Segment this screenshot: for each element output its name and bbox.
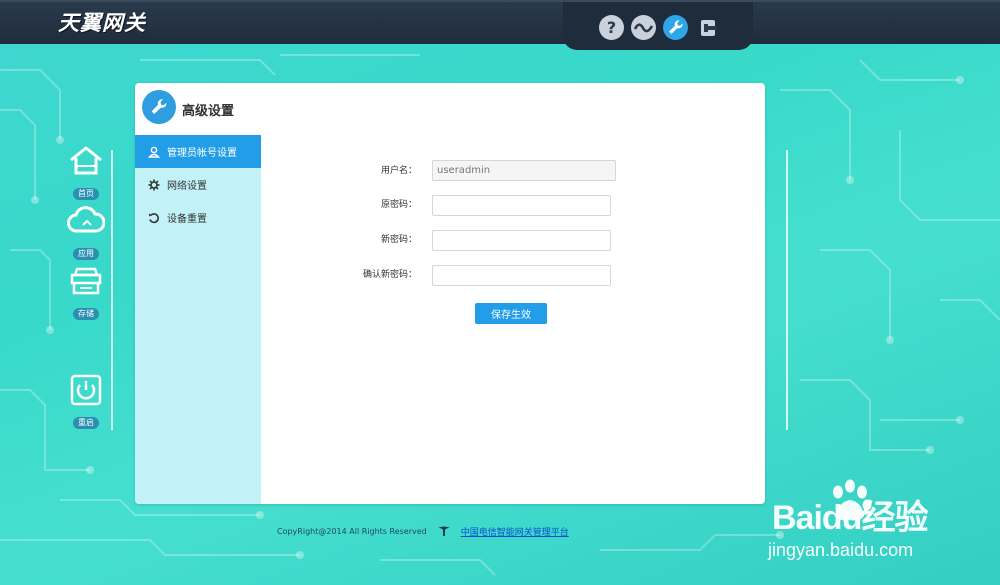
power-icon	[70, 374, 102, 406]
svg-text:?: ?	[607, 18, 616, 37]
panel-header: 高级设置	[135, 83, 765, 135]
nav-label-home: 首页	[73, 188, 99, 200]
brand-logo: 天翼网关	[58, 11, 146, 35]
wrench-icon	[142, 90, 176, 124]
new-password-row: 新密码：	[297, 229, 417, 251]
gear-icon	[148, 179, 160, 191]
nav-item-apps[interactable]: 应用	[60, 205, 112, 260]
menu-label-device-reset: 设备重置	[167, 214, 207, 225]
footer: CopyRight@2014 All Rights Reserved 中国电信智…	[277, 524, 569, 538]
panel-title: 高级设置	[182, 104, 235, 119]
save-button[interactable]: 保存生效	[475, 303, 547, 324]
nav-label-reboot: 重启	[73, 417, 99, 429]
nav-item-reboot[interactable]: 重启	[60, 374, 112, 429]
menu-item-admin-account[interactable]: 管理员帐号设置	[135, 135, 261, 168]
wrench-icon[interactable]	[663, 15, 688, 40]
watermark-brand: Baidu经验	[772, 499, 928, 537]
active-menu-indicator	[261, 146, 268, 160]
confirm-password-input[interactable]	[432, 265, 611, 286]
menu-item-network[interactable]: 网络设置	[135, 168, 261, 201]
platform-link[interactable]: 中国电信智能网关管理平台	[461, 525, 569, 538]
menu-label-admin-account: 管理员帐号设置	[167, 148, 237, 159]
chart-wave-icon[interactable]	[631, 15, 656, 40]
reset-icon	[148, 212, 160, 224]
nav-item-storage[interactable]: 存储	[60, 265, 112, 320]
right-divider-line	[786, 150, 788, 430]
username-row: 用户名：	[297, 160, 417, 182]
top-bar: 天翼网关 ?	[0, 0, 1000, 50]
cloud-icon	[67, 206, 106, 233]
menu-item-device-reset[interactable]: 设备重置	[135, 201, 261, 234]
nav-item-home[interactable]: 首页	[60, 145, 112, 200]
settings-panel: 高级设置 管理员帐号设置 网络设置 设备重置 用户名： 原密	[135, 83, 765, 504]
confirm-password-label: 确认新密码：	[362, 270, 417, 280]
old-password-label: 原密码：	[380, 200, 417, 210]
settings-sidemenu: 管理员帐号设置 网络设置 设备重置	[135, 135, 261, 504]
storage-icon	[70, 267, 102, 295]
toolbar-tray: ?	[563, 2, 753, 50]
menu-label-network: 网络设置	[167, 181, 207, 192]
nav-label-apps: 应用	[73, 248, 99, 260]
username-input[interactable]	[432, 160, 616, 181]
new-password-input[interactable]	[432, 230, 611, 251]
baidu-watermark: Baidu经验 jingyan.baidu.com	[768, 478, 988, 568]
old-password-input[interactable]	[432, 195, 611, 216]
user-icon	[148, 146, 160, 158]
username-label: 用户名：	[380, 166, 417, 176]
nav-label-storage: 存储	[73, 308, 99, 320]
watermark-url: jingyan.baidu.com	[768, 540, 914, 560]
home-icon	[70, 146, 102, 175]
exit-icon[interactable]	[696, 15, 721, 40]
new-password-label: 新密码：	[380, 235, 417, 245]
old-password-row: 原密码：	[297, 194, 417, 216]
help-icon[interactable]: ?	[599, 15, 624, 40]
confirm-password-row: 确认新密码：	[297, 264, 417, 286]
copyright-text: CopyRight@2014 All Rights Reserved	[277, 526, 427, 536]
china-telecom-logo-icon	[437, 525, 451, 537]
